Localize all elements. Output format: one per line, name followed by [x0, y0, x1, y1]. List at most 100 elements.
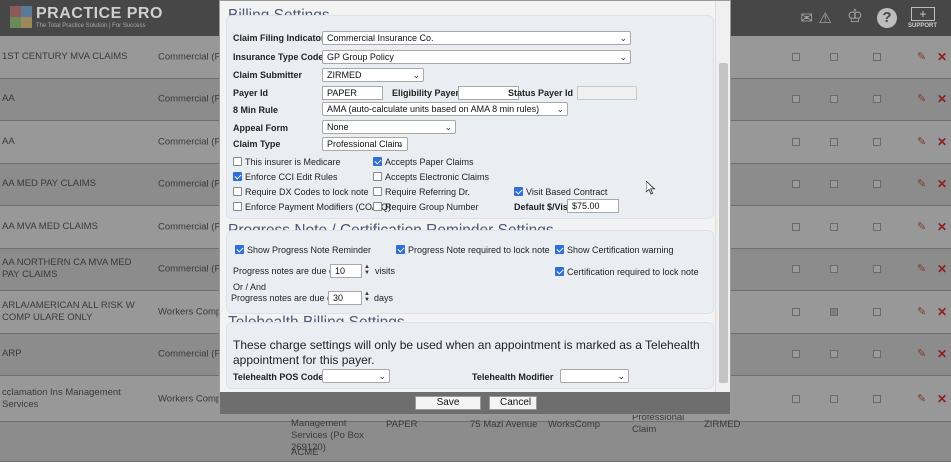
warning-icon[interactable]: ⚠: [819, 11, 832, 27]
edit-icon[interactable]: ✎: [917, 92, 926, 105]
mail-icon[interactable]: ✉: [800, 11, 813, 27]
enforce-cci-checkbox[interactable]: [233, 172, 242, 181]
row-checkbox[interactable]: [792, 180, 800, 189]
8-min-rule-select[interactable]: AMA (auto-calculate units based on AMA 8…: [322, 102, 568, 116]
visit-based-contract-checkbox[interactable]: [514, 187, 523, 196]
visits-spinner-icon[interactable]: ▲ ▼: [364, 264, 370, 276]
row-checkbox[interactable]: [873, 52, 881, 61]
row-type: Commercial (Pa: [158, 178, 222, 190]
row-checkbox[interactable]: [792, 222, 800, 231]
row-checkbox[interactable]: [873, 222, 881, 231]
due-every-visits-input[interactable]: 10: [330, 264, 362, 278]
edit-icon[interactable]: ✎: [917, 220, 926, 233]
require-dx-checkbox[interactable]: [233, 187, 242, 196]
row-checkbox[interactable]: [830, 222, 838, 231]
edit-icon[interactable]: ✎: [917, 135, 926, 148]
delete-icon[interactable]: ✕: [937, 92, 947, 106]
row-checkbox[interactable]: [792, 394, 800, 403]
row-checkbox[interactable]: [792, 52, 800, 61]
certification-required-label: Certification required to lock note: [567, 267, 699, 277]
require-dx-label: Require DX Codes to lock note: [245, 187, 369, 197]
claim-submitter-select[interactable]: ZIRMED ⌄: [322, 68, 424, 82]
row-checkbox[interactable]: [873, 95, 881, 104]
row-checkbox[interactable]: [792, 350, 800, 359]
delete-icon[interactable]: ✕: [937, 50, 947, 64]
claim-type-label: Claim Type: [233, 139, 281, 149]
row-checkbox[interactable]: [830, 265, 838, 274]
save-button[interactable]: Save: [415, 396, 481, 410]
row-payer-id: PAPER: [386, 419, 418, 430]
show-certification-checkbox[interactable]: [555, 245, 564, 254]
accepts-electronic-claims-label: Accepts Electronic Claims: [385, 172, 490, 182]
appeal-form-select[interactable]: None ⌄: [322, 120, 456, 134]
delete-icon[interactable]: ✕: [937, 135, 947, 149]
delete-icon[interactable]: ✕: [937, 220, 947, 234]
edit-icon[interactable]: ✎: [917, 347, 926, 360]
row-checkbox[interactable]: [792, 265, 800, 274]
row-checkbox[interactable]: [830, 394, 838, 403]
row-name: ARP: [2, 348, 22, 360]
row-checkbox[interactable]: [830, 307, 838, 316]
row-name: cclamation Ins Management Services: [2, 386, 121, 410]
edit-icon[interactable]: ✎: [917, 262, 926, 275]
payer-id-input[interactable]: PAPER: [322, 86, 383, 100]
row-checkbox[interactable]: [873, 350, 881, 359]
row-name: AA NORTHERN CA MVA MED PAY CLAIMS: [2, 257, 132, 281]
scrollbar-thumb[interactable]: [719, 63, 728, 383]
row-checkbox[interactable]: [830, 52, 838, 61]
edit-icon[interactable]: ✎: [917, 177, 926, 190]
telehealth-pos-code-select[interactable]: ⌄: [322, 369, 390, 383]
row-checkbox[interactable]: [873, 137, 881, 146]
support-label[interactable]: SUPPORT: [908, 23, 937, 29]
row-address: 75 Mazi Avenue: [470, 419, 538, 430]
default-visit-input[interactable]: $75.00: [567, 199, 619, 213]
row-checkbox[interactable]: [792, 137, 800, 146]
enforce-modifiers-checkbox[interactable]: [233, 202, 242, 211]
row-full-name: ACME: [291, 447, 319, 458]
due-every-days-input[interactable]: 30: [328, 291, 362, 305]
certification-required-checkbox[interactable]: [555, 267, 564, 276]
row-checkbox[interactable]: [873, 307, 881, 316]
claim-filing-indicator-select[interactable]: Commercial Insurance Co. ⌄: [322, 31, 631, 45]
row-checkbox[interactable]: [830, 95, 838, 104]
row-checkbox[interactable]: [792, 307, 800, 316]
require-group-number-checkbox[interactable]: [373, 202, 382, 211]
delete-icon[interactable]: ✕: [937, 305, 947, 319]
user-badge-icon[interactable]: ♔: [847, 7, 863, 25]
row-checkbox[interactable]: [873, 180, 881, 189]
progress-required-lock-checkbox[interactable]: [396, 245, 405, 254]
practice-pro-logo[interactable]: PRACTICE PRO The Total Practice Solution…: [10, 6, 163, 32]
mouse-pointer-icon: [646, 181, 656, 195]
row-checkbox[interactable]: [873, 265, 881, 274]
edit-icon[interactable]: ✎: [917, 305, 926, 318]
row-checkbox[interactable]: [830, 350, 838, 359]
delete-icon[interactable]: ✕: [937, 262, 947, 276]
show-progress-reminder-checkbox[interactable]: [235, 245, 244, 254]
telehealth-description: These charge settings will only be used …: [233, 338, 700, 367]
row-type: Commercial (Pa: [158, 348, 222, 360]
require-group-number-label: Require Group Number: [385, 202, 479, 212]
row-checkbox[interactable]: [873, 394, 881, 403]
claim-type-select[interactable]: Professional Claim ⌄: [322, 137, 408, 151]
insurance-type-code-select[interactable]: GP Group Policy ⌄: [322, 50, 631, 64]
status-payer-id-input[interactable]: [577, 86, 637, 100]
help-icon[interactable]: ?: [877, 8, 897, 28]
medicare-checkbox[interactable]: [233, 157, 242, 166]
delete-icon[interactable]: ✕: [937, 177, 947, 191]
row-checkbox[interactable]: [830, 180, 838, 189]
row-checkbox[interactable]: [830, 137, 838, 146]
row-checkbox[interactable]: [792, 95, 800, 104]
accepts-electronic-claims-checkbox[interactable]: [373, 172, 382, 181]
dialog-scrollbar[interactable]: [715, 1, 730, 394]
cancel-button[interactable]: Cancel: [489, 396, 537, 410]
visits-unit: visits: [375, 266, 395, 276]
telehealth-modifier-select[interactable]: ⌄: [560, 369, 629, 383]
delete-icon[interactable]: ✕: [937, 347, 947, 361]
support-plus-icon[interactable]: +: [911, 7, 935, 21]
edit-icon[interactable]: ✎: [917, 50, 926, 63]
edit-icon[interactable]: ✎: [917, 392, 926, 405]
days-spinner-icon[interactable]: ▲ ▼: [364, 291, 370, 303]
delete-icon[interactable]: ✕: [937, 392, 947, 406]
require-referring-checkbox[interactable]: [373, 187, 382, 196]
accepts-paper-claims-checkbox[interactable]: [373, 157, 382, 166]
